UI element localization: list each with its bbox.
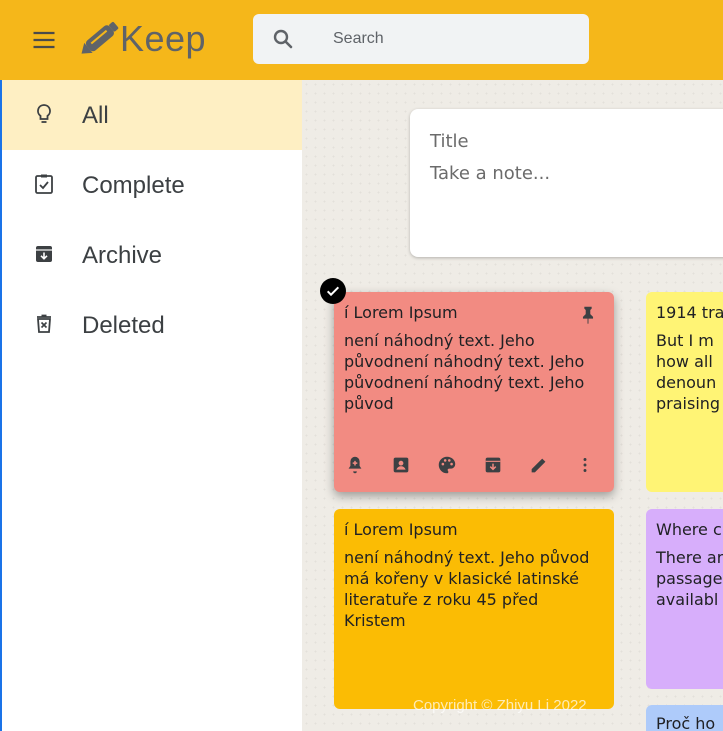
lightbulb-icon	[32, 102, 56, 126]
more-vert-icon[interactable]	[574, 454, 596, 476]
contact-icon[interactable]	[390, 454, 412, 476]
select-check-icon[interactable]	[320, 278, 346, 304]
note-composer[interactable]: Title Take a note...	[410, 109, 723, 257]
note-body: There ar passage availabl	[656, 547, 723, 610]
pen-logo-icon	[76, 16, 126, 58]
note-body-line: But I m	[656, 331, 714, 350]
sidebar-item-archive[interactable]: Archive	[2, 220, 302, 290]
note-title: í Lorem Ipsum	[344, 520, 458, 539]
composer-body-input[interactable]: Take a note...	[430, 163, 550, 184]
note-card[interactable]: Proč ho	[646, 705, 723, 731]
note-title: í Lorem Ipsum	[344, 303, 458, 322]
edit-icon[interactable]	[528, 454, 550, 476]
note-body-line: denoun	[656, 373, 717, 392]
archive-icon[interactable]	[482, 454, 504, 476]
note-card[interactable]: 1914 trar But I m how all denoun praisin…	[646, 292, 723, 492]
search-input[interactable]	[333, 27, 573, 51]
sidebar-item-label: All	[82, 102, 109, 129]
sidebar-item-label: Complete	[82, 172, 185, 199]
search-icon[interactable]	[271, 27, 295, 51]
note-body-line: passage	[656, 569, 723, 588]
sidebar: All Complete Archive Deleted	[2, 80, 302, 731]
search-bar[interactable]	[253, 14, 589, 64]
copyright-footer: Copyright © Zhiyu Li 2022	[413, 697, 587, 714]
note-body-line: There ar	[656, 548, 723, 567]
note-card[interactable]: í Lorem Ipsum není náhodný text. Jeho pů…	[334, 509, 614, 709]
sidebar-item-label: Deleted	[82, 312, 165, 339]
archive-icon	[32, 242, 56, 266]
composer-title-input[interactable]: Title	[430, 131, 469, 152]
clipboard-check-icon	[32, 172, 56, 196]
pin-icon[interactable]	[577, 304, 599, 326]
note-body-line: availabl	[656, 590, 719, 609]
note-title: Proč ho	[656, 714, 716, 731]
bell-plus-icon[interactable]	[344, 454, 366, 476]
note-card[interactable]: Where c There ar passage availabl	[646, 509, 723, 689]
palette-icon[interactable]	[436, 454, 458, 476]
note-body: není náhodný text. Jeho původnení náhodn…	[344, 331, 585, 413]
app-header: Keep	[0, 0, 723, 80]
note-card[interactable]: í Lorem Ipsum není náhodný text. Jeho pů…	[334, 292, 614, 492]
notes-area: Title Take a note... í Lorem Ipsum není …	[302, 80, 723, 731]
note-body: But I m how all denoun praising	[656, 330, 723, 414]
menu-button[interactable]	[30, 26, 58, 54]
note-body-line: how all	[656, 352, 713, 371]
note-title: Where c	[656, 520, 722, 539]
note-body-line: praising	[656, 394, 721, 413]
note-body: není náhodný text. Jeho původ má kořeny …	[344, 548, 590, 630]
menu-icon	[30, 31, 58, 58]
sidebar-item-complete[interactable]: Complete	[2, 150, 302, 220]
note-toolbar	[344, 454, 606, 476]
sidebar-item-label: Archive	[82, 242, 163, 269]
trash-icon	[32, 312, 56, 336]
sidebar-item-deleted[interactable]: Deleted	[2, 290, 302, 360]
note-title: 1914 trar	[656, 303, 723, 322]
app-brand: Keep	[120, 18, 207, 59]
sidebar-item-all[interactable]: All	[2, 80, 302, 150]
